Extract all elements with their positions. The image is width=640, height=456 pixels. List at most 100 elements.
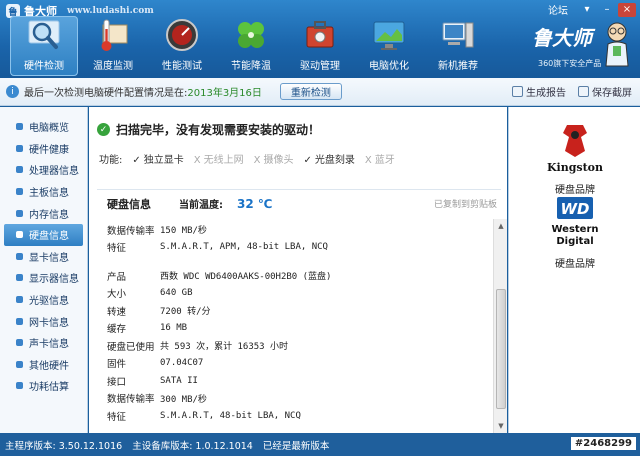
row-value: S.M.A.R.T, APM, 48-bit LBA, NCQ	[160, 242, 328, 253]
table-row: 特征 S.M.A.R.T, 48-bit LBA, NCQ	[107, 407, 483, 425]
close-button[interactable]: ×	[618, 2, 636, 17]
feature-label: 独立显卡	[143, 155, 184, 166]
scroll-down-icon[interactable]: ▼	[496, 421, 506, 431]
copied-to-clipboard[interactable]: 已复制到剪贴板	[434, 197, 497, 210]
row-value: 共 593 次，累计 16353 小时	[160, 342, 289, 353]
table-row: 产品 西数 WDC WD6400AAKS-00H2B0 (蓝盘)	[107, 267, 483, 285]
table-row: 硬盘已使用共 593 次，累计 16353 小时	[107, 337, 483, 355]
disk-panel-header: 硬盘信息 当前温度: 32 ℃ 已复制到剪贴板	[97, 189, 501, 217]
nav-new-pc[interactable]: 新机推荐	[424, 16, 492, 76]
sidebar-item-health[interactable]: 硬件健康	[0, 138, 87, 160]
row-key: 缓存	[107, 324, 127, 336]
scan-result-text: 扫描完毕，没有发现需要安装的驱动！	[116, 123, 321, 137]
sidebar-item-label: 显卡信息	[29, 252, 69, 264]
row-key: 产品	[107, 271, 127, 283]
brand-caption: 硬盘品牌	[555, 259, 595, 270]
menu-icon[interactable]: ▾	[578, 3, 596, 17]
bullet-icon	[16, 209, 23, 217]
table-row: 固件 07.04C07	[107, 355, 483, 373]
monitor-icon	[370, 16, 408, 54]
feature-label: 蓝牙	[374, 155, 395, 166]
row-value: 07.04C07	[160, 358, 204, 369]
thermometer-icon	[94, 16, 132, 54]
row-key: 转速	[107, 306, 127, 318]
sidebar-item-label: 显示器信息	[29, 274, 79, 286]
sidebar-item-label: 电脑概览	[29, 123, 69, 135]
kingston-logo-icon: Kingston	[545, 121, 605, 177]
check-icon: ✓	[132, 155, 141, 166]
nav-energy-saving[interactable]: 节能降温	[217, 16, 285, 76]
feature-item: X 无线上网	[194, 151, 244, 166]
sidebar-item-overview[interactable]: 电脑概览	[0, 116, 87, 138]
feature-item: ✓ 独立显卡	[132, 151, 183, 166]
brand-western-digital: WD Western Digital 硬盘品牌	[509, 197, 640, 270]
disk-details: 数据传输率 150 MB/秒 特征 S.M.A.R.T, APM, 48-bit L…	[107, 221, 483, 425]
sidebar-item-label: 光驱信息	[29, 296, 69, 308]
row-value: 7200 转/分	[160, 307, 211, 318]
bullet-icon	[16, 339, 23, 347]
bullet-icon	[16, 144, 23, 152]
row-value: 西数 WDC WD6400AAKS-00H2B0 (蓝盘)	[160, 272, 332, 283]
row-value: SATA II	[160, 375, 198, 386]
mascot-icon	[605, 22, 629, 67]
info-icon: i	[6, 85, 19, 98]
window-controls: 论坛 ▾ – ×	[548, 2, 636, 17]
sidebar-item-label: 声卡信息	[29, 339, 69, 351]
check-icon: ✓	[303, 155, 312, 166]
nav-temperature[interactable]: 温度监测	[79, 16, 147, 76]
main-nav: 硬件检测 温度监测 性能测试 节能降温 驱动管理 电脑优化 新机推荐	[10, 16, 492, 76]
table-row: 数据传输率 300 MB/秒	[107, 390, 483, 408]
last-check-strip: i 最后一次检测电脑硬件配置情况是在: 2013年3月16日 重新检测 生成报告…	[0, 78, 640, 106]
scroll-up-icon[interactable]: ▲	[496, 221, 506, 231]
sidebar-item-motherboard[interactable]: 主板信息	[0, 181, 87, 203]
recheck-button[interactable]: 重新检测	[279, 83, 342, 100]
feature-item: ✓ 光盘刻录	[303, 151, 354, 166]
table-row: 大小 640 GB	[107, 285, 483, 303]
app-url: www.ludashi.com	[67, 6, 154, 16]
bullet-icon	[16, 188, 23, 196]
camera-icon	[578, 86, 589, 97]
sidebar-item-power[interactable]: 功耗估算	[0, 375, 87, 397]
temperature-label: 当前温度:	[179, 200, 223, 211]
feature-label: 摄像头	[263, 155, 294, 166]
generate-report-button[interactable]: 生成报告	[512, 84, 566, 99]
sidebar-item-optical[interactable]: 光驱信息	[0, 289, 87, 311]
table-row: 数据传输率 150 MB/秒	[107, 221, 483, 239]
nav-label: 性能测试	[162, 61, 202, 72]
sidebar-item-network[interactable]: 网卡信息	[0, 310, 87, 332]
forum-link[interactable]: 论坛	[548, 2, 568, 17]
db-version: 主设备库版本: 1.0.12.1014	[132, 440, 253, 452]
sidebar-item-other[interactable]: 其他硬件	[0, 354, 87, 376]
report-icon	[512, 86, 523, 97]
sidebar-item-monitor[interactable]: 显示器信息	[0, 267, 87, 289]
row-key: 接口	[107, 376, 127, 388]
nav-performance[interactable]: 性能测试	[148, 16, 216, 76]
table-row: 缓存 16 MB	[107, 320, 483, 338]
brand-panel: Kingston 硬盘品牌 WD Western Digital 硬盘品牌	[508, 107, 640, 433]
row-key: 数据传输率	[107, 394, 155, 406]
bullet-icon	[16, 317, 23, 325]
nav-hardware-detect[interactable]: 硬件检测	[10, 16, 78, 76]
vertical-scrollbar[interactable]: ▲ ▼	[493, 219, 507, 433]
nav-label: 温度监测	[93, 61, 133, 72]
sidebar-item-cpu[interactable]: 处理器信息	[0, 159, 87, 181]
sidebar-item-label: 功耗估算	[29, 382, 69, 394]
save-screenshot-button[interactable]: 保存截屏	[578, 84, 632, 99]
sidebar-item-label: 硬件健康	[29, 144, 69, 156]
sidebar-item-memory[interactable]: 内存信息	[0, 202, 87, 224]
sidebar-item-label: 网卡信息	[29, 317, 69, 329]
sidebar-item-sound[interactable]: 声卡信息	[0, 332, 87, 354]
brand-logo: 鲁大师 360旗下安全产品	[532, 20, 632, 76]
svg-text:Western: Western	[551, 224, 598, 235]
sidebar-item-harddisk[interactable]: 硬盘信息	[4, 223, 83, 246]
features-row: 功能: ✓ 独立显卡 X 无线上网 X 摄像头 ✓ 光盘刻录 X 蓝牙	[99, 151, 395, 166]
nav-pc-optimize[interactable]: 电脑优化	[355, 16, 423, 76]
title-bar: 鲁 鲁大师 www.ludashi.com 论坛 ▾ – × 硬件检测 温度监测…	[0, 0, 640, 78]
sidebar-item-gpu[interactable]: 显卡信息	[0, 246, 87, 268]
nav-driver-manager[interactable]: 驱动管理	[286, 16, 354, 76]
feature-label: 无线上网	[203, 155, 244, 166]
cross-icon: X	[364, 155, 372, 166]
minimize-button[interactable]: –	[598, 3, 616, 17]
features-label: 功能:	[99, 155, 123, 166]
scroll-thumb[interactable]	[496, 289, 506, 409]
